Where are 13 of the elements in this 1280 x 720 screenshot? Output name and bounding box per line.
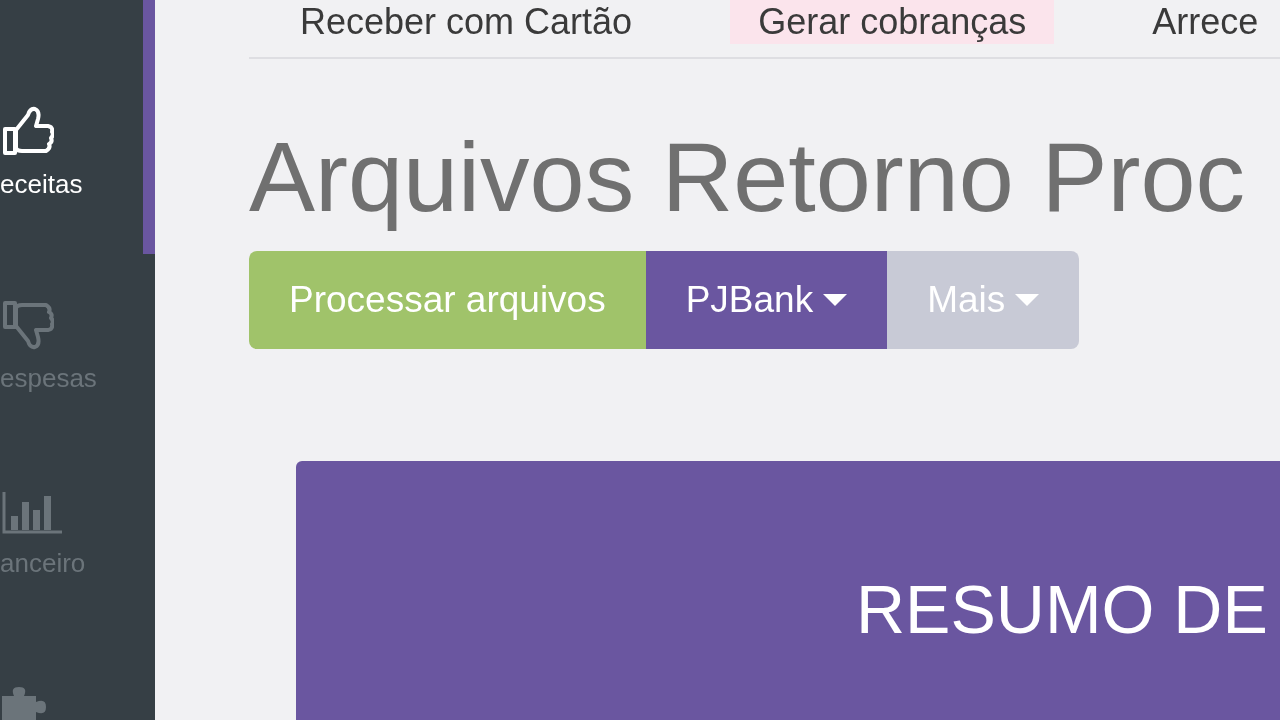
caret-icon <box>1015 294 1040 306</box>
nav-tab[interactable]: Receber com Cartão <box>272 0 661 44</box>
nav-tab[interactable]: Arrece <box>1124 0 1259 44</box>
caret-icon <box>823 294 848 306</box>
bar-chart-icon <box>2 490 62 536</box>
sidebar-item[interactable]: eceitas <box>0 0 155 254</box>
puzzle-icon <box>2 686 48 720</box>
thumbs-up-icon <box>2 105 54 157</box>
page-title: Arquivos Retorno Proc <box>249 120 1246 234</box>
dropdown-button[interactable]: PJBank <box>645 251 888 349</box>
card-title: RESUMO DE <box>856 570 1268 649</box>
thumbs-down-icon <box>2 299 54 351</box>
nav-tab[interactable]: Gerar cobranças <box>730 0 1055 44</box>
